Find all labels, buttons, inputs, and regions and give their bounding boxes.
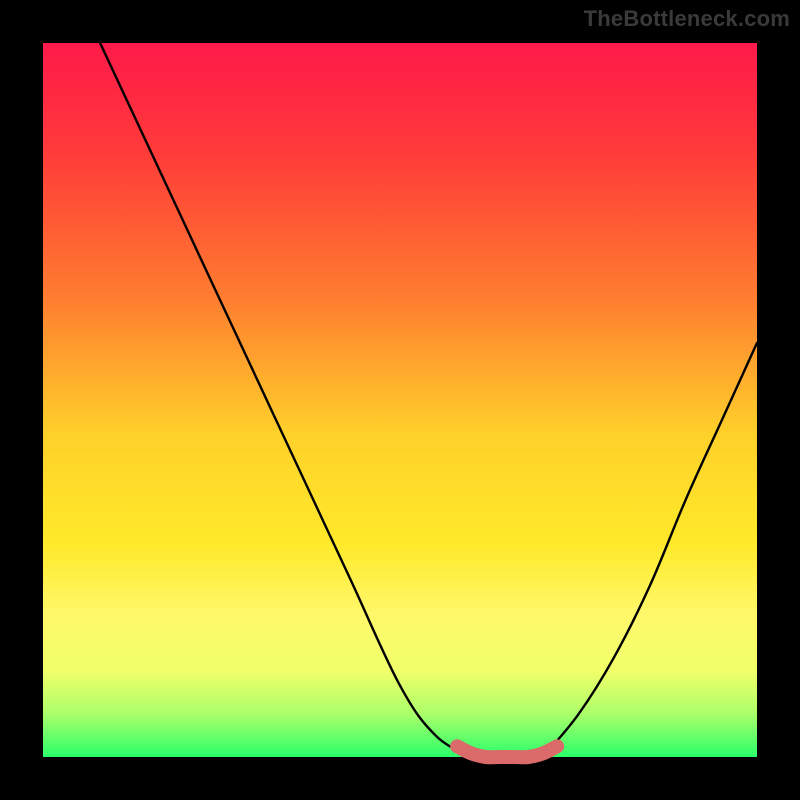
bottleneck-curve-left	[100, 43, 471, 757]
bottleneck-flat-segment	[457, 746, 557, 757]
chart-container: TheBottleneck.com	[0, 0, 800, 800]
plot-area	[43, 43, 757, 757]
watermark-text: TheBottleneck.com	[584, 6, 790, 32]
bottleneck-curve-right	[543, 343, 757, 757]
curve-group	[100, 43, 757, 757]
chart-svg	[43, 43, 757, 757]
